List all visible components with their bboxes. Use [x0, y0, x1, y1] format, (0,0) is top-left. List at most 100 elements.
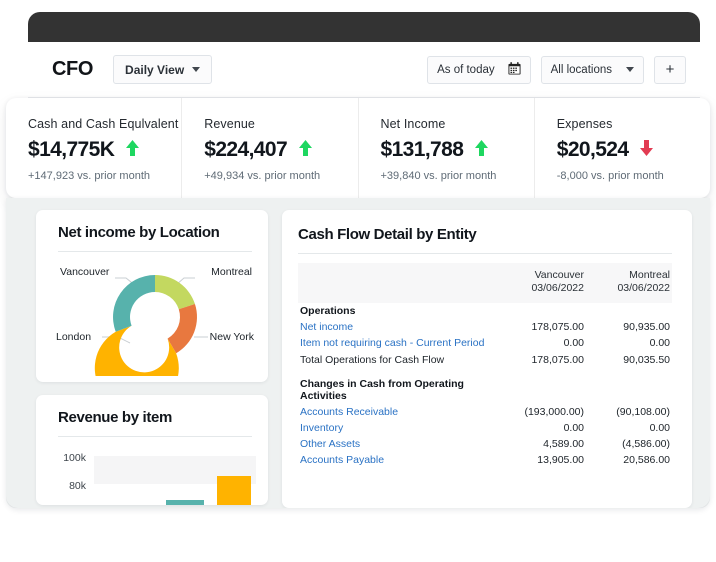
row-value-vancouver: 178,075.00 — [531, 321, 584, 334]
row-label[interactable]: Item not requiring cash - Current Period — [298, 335, 500, 351]
table-spacer — [298, 368, 672, 376]
kpi-value-row: $14,775K — [28, 138, 181, 162]
table-row[interactable]: Inventory 0.00 0.00 — [298, 420, 672, 436]
kpi-delta: +49,934 vs. prior month — [204, 170, 321, 182]
bar-item-2[interactable] — [166, 500, 204, 505]
kpi-value: $224,407 — [204, 138, 288, 161]
panel-divider — [58, 436, 252, 437]
table-header: Vancouver 03/06/2022 Montreal 03/06/2022 — [298, 263, 672, 303]
bar-item-3[interactable] — [217, 476, 251, 505]
row-label[interactable]: Net income — [298, 319, 500, 335]
row-label: Total Operations for Cash Flow — [300, 353, 445, 366]
left-column: Net income by Location Vancouver Montrea… — [36, 210, 268, 508]
kpi-card-revenue[interactable]: Revenue $224,407 +49,934 vs. prior month — [182, 98, 359, 198]
revenue-by-item-panel: Revenue by item 100k 80k — [36, 395, 268, 505]
trend-up-icon — [298, 139, 313, 162]
table-row[interactable]: Accounts Receivable (193,000.00) (90,108… — [298, 404, 672, 420]
row-value-montreal: (4,586.00) — [622, 438, 670, 451]
row-value-montreal: (90,108.00) — [616, 405, 670, 418]
panel-divider — [298, 253, 672, 254]
donut-segment-montreal — [155, 275, 195, 310]
kpi-value: $20,524 — [556, 138, 629, 161]
kpi-card-expenses[interactable]: Expenses $20,524 -8,000 vs. prior month — [535, 98, 710, 198]
chevron-down-icon — [626, 67, 634, 72]
kpi-delta: +39,840 vs. prior month — [380, 170, 497, 182]
table-row[interactable]: Accounts Payable 13,905.00 20,586.00 — [298, 452, 672, 468]
app-header: CFO Daily View As of today All locations… — [28, 42, 700, 98]
row-value-vancouver: 4,589.00 — [543, 438, 584, 451]
table-header-montreal: Montreal 03/06/2022 — [586, 263, 672, 303]
table-row[interactable]: Other Assets 4,589.00 (4,586.00) — [298, 436, 672, 452]
kpi-delta: +147,923 vs. prior month — [28, 170, 150, 182]
add-widget-button[interactable]: + — [654, 55, 686, 84]
row-value-vancouver: 0.00 — [563, 422, 584, 435]
trend-down-icon — [639, 139, 654, 162]
view-mode-select[interactable]: Daily View — [113, 55, 213, 84]
y-axis-tick-100k: 100k — [63, 452, 86, 464]
row-value-vancouver: 13,905.00 — [537, 454, 584, 467]
column-entity-date: 03/06/2022 — [617, 282, 670, 295]
kpi-label: Net Income — [380, 117, 446, 131]
row-label[interactable]: Accounts Payable — [298, 452, 500, 468]
revenue-bar-chart[interactable]: 100k 80k — [58, 446, 256, 505]
row-label[interactable]: Other Assets — [298, 436, 500, 452]
plus-icon: + — [665, 61, 675, 78]
kpi-value-row: $224,407 — [204, 138, 357, 162]
table-row[interactable]: Net income 178,075.00 90,935.00 — [298, 319, 672, 335]
chevron-down-icon — [192, 67, 201, 72]
column-entity-name: Montreal — [629, 269, 670, 281]
trend-up-icon — [125, 139, 140, 162]
kpi-card-cash[interactable]: Cash and Cash Equlvalent $14,775K +147,9… — [6, 98, 183, 198]
kpi-delta: -8,000 vs. prior month — [556, 170, 664, 182]
kpi-value-row: $20,524 — [557, 138, 710, 162]
row-label[interactable]: Accounts Receivable — [298, 404, 500, 420]
kpi-card-strip: Cash and Cash Equlvalent $14,775K +147,9… — [6, 98, 710, 198]
calendar-icon — [508, 61, 521, 78]
column-entity-date: 03/06/2022 — [531, 282, 584, 295]
section-title: Changes in Cash from Operating Activitie… — [300, 377, 464, 402]
kpi-card-net-income[interactable]: Net Income $131,788 +39,840 vs. prior mo… — [359, 98, 535, 198]
panel-title: Revenue by item — [58, 409, 172, 426]
row-value-vancouver: 178,075.00 — [531, 353, 584, 366]
donut-segments — [94, 275, 197, 376]
row-value-montreal: 90,935.00 — [623, 321, 670, 334]
donut-label-new-york: New York — [209, 331, 254, 343]
row-value-montreal: 90,035.50 — [623, 353, 670, 366]
table-header-vancouver: Vancouver 03/06/2022 — [500, 263, 586, 303]
donut-label-vancouver: Vancouver — [60, 266, 110, 278]
table-body: Operations Net income 178,075.00 90,935.… — [298, 303, 672, 469]
kpi-label: Cash and Cash Equlvalent — [28, 117, 179, 131]
as-of-date-label: As of today — [437, 63, 495, 76]
dashboard-content: Net income by Location Vancouver Montrea… — [6, 198, 710, 508]
view-mode-label: Daily View — [125, 62, 185, 77]
cash-flow-table: Vancouver 03/06/2022 Montreal 03/06/2022… — [298, 263, 672, 469]
donut-label-london: London — [56, 331, 92, 343]
table-section-header: Operations — [298, 303, 672, 319]
trend-up-icon — [474, 139, 489, 162]
cash-flow-detail-panel: Cash Flow Detail by Entity Vancouver 03/… — [282, 210, 692, 508]
net-income-by-location-panel: Net income by Location Vancouver Montrea… — [36, 210, 268, 382]
row-label[interactable]: Inventory — [298, 420, 500, 436]
y-axis-tick-80k: 80k — [69, 480, 86, 492]
app-brand-logo: CFO — [52, 58, 94, 80]
donut-label-montreal: Montreal — [211, 266, 252, 278]
row-value-montreal: 0.00 — [649, 422, 670, 435]
row-value-montreal: 20,586.00 — [623, 454, 670, 467]
window-titlebar — [28, 12, 700, 42]
kpi-value-row: $131,788 — [381, 138, 534, 162]
as-of-date-picker[interactable]: As of today — [427, 55, 531, 84]
table-row[interactable]: Item not requiring cash - Current Period… — [298, 335, 672, 351]
table-header-row: Vancouver 03/06/2022 Montreal 03/06/2022 — [298, 263, 672, 303]
panel-title: Cash Flow Detail by Entity — [298, 226, 477, 243]
donut-segment-london — [94, 325, 179, 376]
kpi-value: $14,775K — [28, 138, 115, 161]
donut-segment-vancouver — [113, 275, 155, 332]
kpi-label: Expenses — [556, 117, 613, 131]
panel-divider — [58, 251, 252, 252]
table-row-total: Total Operations for Cash Flow 178,075.0… — [298, 351, 672, 367]
location-filter-select[interactable]: All locations — [540, 55, 644, 84]
section-title: Operations — [300, 304, 356, 317]
donut-chart[interactable]: Vancouver Montreal London New York — [56, 258, 254, 376]
column-entity-name: Vancouver — [534, 269, 584, 281]
location-filter-label: All locations — [550, 63, 612, 76]
